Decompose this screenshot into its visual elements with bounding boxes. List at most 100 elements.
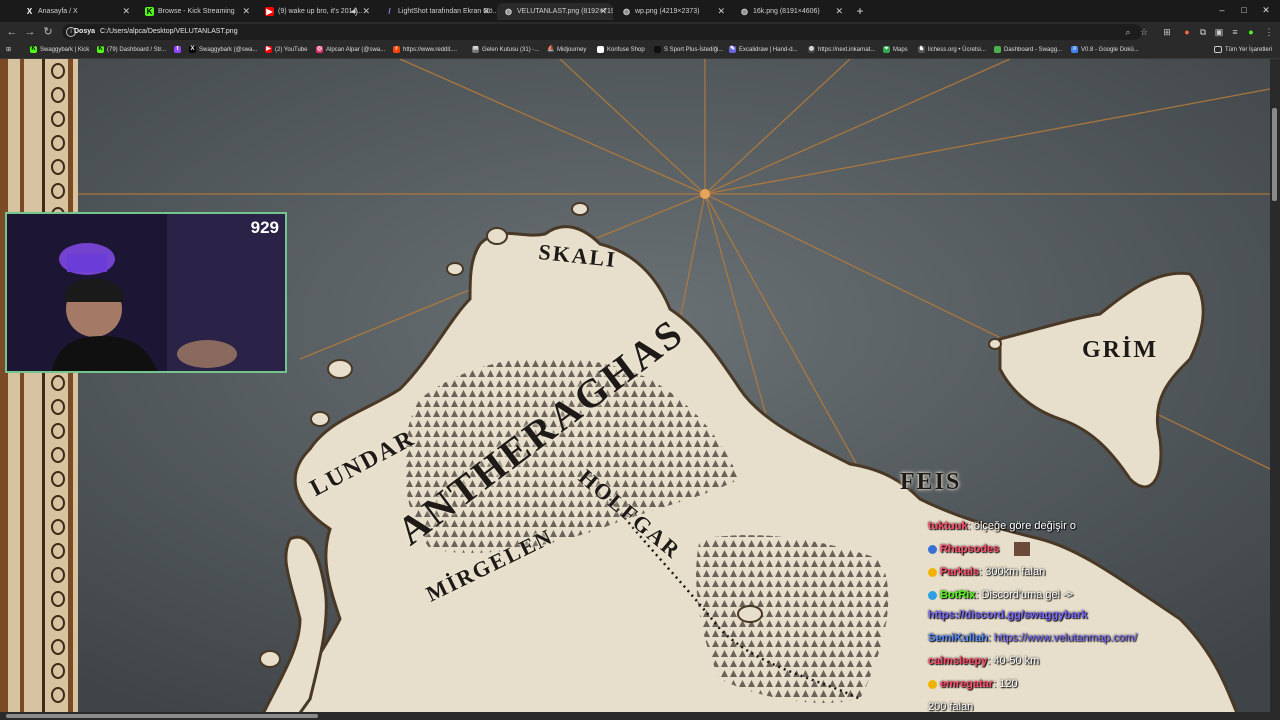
mail-icon: ✉ (472, 45, 479, 53)
bookmark-star-icon[interactable]: ☆ (1138, 26, 1150, 38)
viewer-count: 929 (250, 218, 279, 237)
bookmark-item[interactable]: Konfuse Shop (597, 42, 645, 58)
extension-puzzle-icon[interactable]: ⧉ (1196, 25, 1210, 39)
menu-kebab-icon[interactable]: ⋮ (1262, 25, 1276, 39)
compass-center (700, 189, 710, 199)
bookmark-item[interactable]: ✎ Excalidraw | Hand-d... (729, 42, 798, 58)
maximize-button[interactable]: □ (1234, 3, 1254, 17)
tab-youtube[interactable]: ▶ (9) wake up bro, it's 2014... ◂) ✕ (258, 3, 376, 20)
reddit-icon: r (393, 45, 400, 53)
bookmark-item[interactable]: ◎ Alpcan Alpar (@swa... (316, 42, 385, 58)
url-text[interactable]: C:/Users/alpca/Desktop/VELUTANLAST.png (100, 24, 238, 40)
chat-message: calmsleepy: 40-50 km (928, 654, 1039, 668)
bookmark-item[interactable]: t (174, 42, 184, 58)
x-icon: X (26, 7, 33, 16)
maps-icon: ⌖ (883, 45, 890, 53)
ornamental-border (0, 59, 78, 720)
webcam-overlay: 929 (5, 212, 287, 373)
bookmark-label: Alpcan Alpar (@swa... (326, 47, 386, 53)
bookmark-item[interactable]: ≡ V0.8 - Google Dokü... (1071, 42, 1139, 58)
tab-16k[interactable]: ◍ 16k.png (8191×4606) ✕ (733, 3, 849, 20)
vertical-scroll-thumb[interactable] (1272, 108, 1277, 201)
globe-icon: ◍ (808, 45, 815, 53)
chat-overlay: tuktuuk: ölçeğe göre değişir o Rhapsodes… (928, 517, 1268, 717)
bookmark-label: (79) Dashboard / Str... (107, 47, 167, 53)
excalidraw-icon: ✎ (729, 45, 736, 53)
bookmark-item[interactable]: K Swaggybark | Kick (30, 42, 89, 58)
horizontal-scroll-thumb[interactable] (6, 714, 318, 718)
chat-message: SemiKullah: https://www.velutanmap.com/ (928, 631, 1137, 645)
bookmark-item[interactable]: X Swaggybark (@swa... (189, 42, 257, 58)
kick-icon: K (145, 7, 154, 16)
tab-velutanlast[interactable]: ◍ VELUTANLAST.png (8192×719... ✕ (497, 3, 613, 20)
back-arrow-icon[interactable]: ← (4, 24, 20, 40)
sidebar-icon[interactable]: ▣ (1212, 25, 1226, 39)
chat-text: : ölçeğe göre değişir o (967, 520, 1076, 532)
close-tab-icon[interactable]: ✕ (362, 3, 370, 20)
close-tab-icon[interactable]: ✕ (717, 3, 725, 20)
bookmark-item[interactable]: ✉ Gelen Kutusu (31) -... (472, 42, 539, 58)
close-window-button[interactable]: ✕ (1256, 3, 1276, 17)
url-scheme: Dosya (74, 28, 96, 35)
bookmark-item[interactable]: ⌖ Maps (883, 42, 908, 58)
x-icon: X (189, 45, 196, 53)
extension-record-icon[interactable]: ● (1180, 25, 1194, 39)
kick-icon: K (30, 45, 37, 53)
close-tab-icon[interactable]: ✕ (835, 3, 843, 20)
streamer-video (7, 214, 285, 371)
bookmark-item[interactable]: ▶ (2) YouTube (265, 42, 307, 58)
close-tab-icon[interactable]: ✕ (599, 3, 607, 20)
chat-link[interactable]: https://discord.gg/swaggybark (928, 609, 1088, 621)
bookmark-item[interactable]: ⛵ Midjourney (547, 42, 586, 58)
youtube-icon: ▶ (265, 45, 272, 53)
new-tab-button[interactable]: + (853, 4, 867, 18)
minimize-button[interactable]: – (1212, 3, 1232, 17)
chat-username: Parkals (940, 566, 980, 578)
bookmark-item[interactable]: ◍ https://next.inkarnat... (808, 42, 875, 58)
all-bookmarks-folder[interactable]: Tüm Yer İşaretleri (1214, 42, 1272, 58)
close-tab-icon[interactable]: ✕ (122, 3, 130, 20)
chat-username: tuktuuk (928, 520, 968, 532)
chat-username: BotRix (940, 589, 976, 601)
chat-message: Parkals: 300km falan (928, 565, 1045, 579)
chat-text: : 120 (993, 678, 1018, 690)
bookmark-item[interactable]: K (79) Dashboard / Str... (97, 42, 166, 58)
tab-x[interactable]: X Anasayfa / X ✕ (18, 3, 136, 20)
tab-bar: X Anasayfa / X ✕ K Browse - Kick Streami… (0, 0, 1280, 22)
tab-kick[interactable]: K Browse - Kick Streaming ✕ (138, 3, 256, 20)
bookmark-item[interactable]: Dashboard - Swagg... (994, 42, 1062, 58)
bookmark-item[interactable]: ♞ lichess.org • Ücretsi... (918, 42, 986, 58)
chat-text: : 40-50 km (987, 655, 1040, 667)
forward-arrow-icon[interactable]: → (22, 24, 38, 40)
profile-avatar-icon[interactable]: ● (1244, 25, 1258, 39)
zoom-icon[interactable]: ⌕ (1122, 26, 1134, 38)
bookmark-item[interactable]: r https://www.reddit.... (393, 42, 457, 58)
chat-badge-icon (928, 679, 937, 689)
chat-username: calmsleepy (928, 655, 988, 667)
speaker-icon[interactable]: ◂) (350, 3, 358, 20)
tab-lightshot[interactable]: / LightShot tarafından Ekran Gö... ✕ (378, 3, 496, 20)
close-tab-icon[interactable]: ✕ (482, 3, 490, 20)
close-tab-icon[interactable]: ✕ (242, 3, 250, 20)
kick-icon: K (97, 45, 104, 53)
address-bar: ← → ↻ i Dosya C:/Users/alpca/Desktop/VEL… (0, 22, 1280, 42)
bookmark-label: Maps (893, 47, 908, 53)
extensions-icon[interactable]: ⊞ (1160, 25, 1174, 39)
emote-icon (1014, 542, 1031, 557)
chat-text: : Discord'uma gel -> (975, 589, 1074, 601)
downloads-icon[interactable]: ≡ (1228, 25, 1242, 39)
omnibox[interactable]: i Dosya C:/Users/alpca/Desktop/VELUTANLA… (62, 24, 1148, 40)
tab-label: Anasayfa / X (38, 8, 78, 15)
map-label-feis: FEIS (900, 469, 962, 495)
chat-message: Rhapsodes (928, 542, 1031, 557)
chat-text[interactable]: : https://www.velutanmap.com/ (988, 632, 1137, 644)
tab-label: wp.png (4219×2373) (635, 8, 700, 15)
bookmark-label: Swaggybark (@swa... (199, 47, 258, 53)
bookmark-item[interactable]: S Sport Plus-İstediği... (654, 42, 723, 58)
apps-grid-icon[interactable]: ⊞ (6, 42, 11, 58)
midjourney-icon: ⛵ (547, 45, 555, 53)
instagram-icon: ◎ (316, 45, 323, 53)
tab-wp[interactable]: ◍ wp.png (4219×2373) ✕ (615, 3, 731, 20)
bookmark-label: lichess.org • Ücretsi... (928, 47, 986, 53)
reload-icon[interactable]: ↻ (40, 24, 56, 40)
